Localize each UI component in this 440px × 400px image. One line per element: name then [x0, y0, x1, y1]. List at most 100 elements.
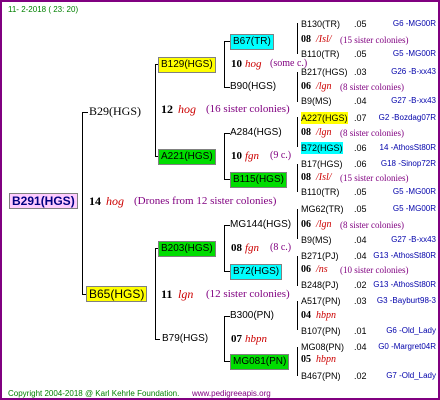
- mate-note: (10 sister colonies): [340, 265, 409, 275]
- b65-note: (12 sister colonies): [206, 288, 290, 300]
- tree-line-gen2a: [155, 64, 156, 157]
- mate-note: (8 sister colonies): [340, 128, 404, 138]
- ref-source[interactable]: G7 -Old_Lady: [372, 370, 436, 382]
- ref-source[interactable]: 14 -AthosSt80R: [372, 142, 436, 154]
- mate-note: (15 sister colonies): [340, 173, 409, 183]
- pedigree-frame: 11- 2-2018 ( 23: 20) B291(HGS) 14 hog (D…: [0, 0, 440, 400]
- ref-queen-id[interactable]: B72(HGS): [301, 142, 343, 154]
- ref-inbreeding: .04: [354, 342, 367, 352]
- tree-line: [82, 112, 88, 113]
- ref-queen-id[interactable]: B9(MS): [301, 234, 332, 246]
- queen-b115[interactable]: B115(HGS): [230, 172, 287, 188]
- queen-b67[interactable]: B67(TR): [230, 34, 274, 50]
- root-mating: hog: [106, 194, 124, 208]
- ref-queen-id[interactable]: B9(MS): [301, 95, 332, 107]
- tree-line: [297, 72, 298, 102]
- footer-site[interactable]: www.pedigreeapis.org: [192, 388, 271, 398]
- tree-line-gen3d: [224, 316, 225, 362]
- queen-a284[interactable]: A284(HGS): [230, 127, 282, 139]
- tree-line-gen2b: [155, 248, 156, 340]
- tree-line: [297, 347, 298, 376]
- queen-b300[interactable]: B300(PN): [230, 310, 274, 322]
- ref-queen-id[interactable]: B248(PJ): [301, 279, 339, 291]
- ref-queen-id[interactable]: B467(PN): [301, 370, 341, 382]
- mate-number: 06: [301, 219, 311, 230]
- ref-queen-id[interactable]: MG62(TR): [301, 203, 344, 215]
- ref-source[interactable]: G13 -AthosSt80R: [372, 279, 436, 291]
- ref-source[interactable]: G5 -MG00R: [372, 48, 436, 60]
- ref-inbreeding: .04: [354, 251, 367, 261]
- ref-source[interactable]: G6 -Old_Lady: [372, 325, 436, 337]
- root-queen[interactable]: B291(HGS): [9, 193, 78, 209]
- ref-source[interactable]: G5 -MG00R: [372, 203, 436, 215]
- ref-queen-id[interactable]: B107(PN): [301, 325, 341, 337]
- ref-source[interactable]: G27 -B-xx43: [372, 234, 436, 246]
- mate-mating: /ns: [316, 264, 328, 275]
- header-date: 11- 2-2018 ( 23: 20): [8, 5, 79, 14]
- queen-mg081[interactable]: MG081(PN): [230, 354, 290, 370]
- queen-b79[interactable]: B79(HGS): [162, 333, 208, 345]
- ref-inbreeding: .06: [354, 159, 367, 169]
- ref-queen-id[interactable]: A517(PN): [301, 295, 341, 307]
- ref-inbreeding: .05: [354, 19, 367, 29]
- a221-mating: fgn: [245, 150, 260, 162]
- ref-queen-id[interactable]: B110(TR): [301, 186, 339, 198]
- mate-number: 08: [301, 127, 311, 138]
- b29-mating: hog: [178, 102, 196, 116]
- b79-number: 07: [231, 333, 242, 345]
- tree-line-gen3b: [224, 133, 225, 180]
- ref-source[interactable]: G6 -MG00R: [372, 18, 436, 30]
- ref-inbreeding: .03: [354, 296, 367, 306]
- b203-number: 08: [231, 242, 242, 254]
- ref-queen-id[interactable]: B271(PJ): [301, 250, 339, 262]
- tree-line-gen3c: [224, 225, 225, 272]
- queen-mg144[interactable]: MG144(HGS): [230, 219, 291, 231]
- queen-b29[interactable]: B29(HGS): [89, 105, 141, 117]
- queen-b72[interactable]: B72(HGS): [230, 264, 283, 280]
- ref-source[interactable]: G0 -Margret04R: [372, 341, 436, 353]
- tree-line: [297, 23, 298, 54]
- a221-number: 10: [231, 150, 242, 162]
- ref-queen-id[interactable]: MG08(PN): [301, 341, 344, 353]
- b203-note: (8 c.): [270, 242, 292, 253]
- queen-b65[interactable]: B65(HGS): [86, 286, 148, 302]
- ref-queen-id[interactable]: B17(HGS): [301, 158, 343, 170]
- tree-line: [297, 301, 298, 330]
- b129-mating: hog: [245, 58, 262, 70]
- footer-copyright: Copyright 2004-2018 @ Karl Kehrle Founda…: [8, 389, 180, 398]
- ref-source[interactable]: G13 -AthosSt80R: [372, 250, 436, 262]
- queen-b129[interactable]: B129(HGS): [158, 57, 216, 73]
- b29-number: 12: [161, 102, 173, 116]
- queen-a221[interactable]: A221(HGS): [158, 149, 216, 165]
- ref-source[interactable]: G27 -B-xx43: [372, 95, 436, 107]
- queen-b203[interactable]: B203(HGS): [158, 241, 216, 257]
- ref-inbreeding: .06: [354, 143, 367, 153]
- ref-queen-id[interactable]: B110(TR): [301, 48, 339, 60]
- mate-mating: /lgn: [316, 127, 332, 138]
- mate-mating: /Isl/: [316, 34, 332, 45]
- ref-source[interactable]: G26 -B-xx43: [372, 66, 436, 78]
- mate-mating: hbpn: [316, 354, 336, 365]
- ref-queen-id[interactable]: B217(HGS): [301, 66, 348, 78]
- ref-queen-id[interactable]: B130(TR): [301, 18, 340, 30]
- ref-source[interactable]: G18 -Sinop72R: [372, 158, 436, 170]
- tree-line: [297, 209, 298, 239]
- b203-mating: fgn: [245, 242, 260, 254]
- mate-number: 05: [301, 354, 311, 365]
- tree-line: [297, 256, 298, 286]
- ref-queen-id[interactable]: A227(HGS): [301, 112, 348, 124]
- ref-source[interactable]: G5 -MG00R: [372, 186, 436, 198]
- ref-inbreeding: .05: [354, 204, 367, 214]
- ref-inbreeding: .05: [354, 49, 367, 59]
- mate-note: (8 sister colonies): [340, 82, 404, 92]
- ref-inbreeding: .07: [354, 113, 367, 123]
- ref-source[interactable]: G2 -Bozdag07R: [372, 112, 436, 124]
- b65-number: 11: [161, 287, 173, 301]
- ref-source[interactable]: G3 -Bayburt98-3: [372, 295, 436, 307]
- mate-number: 04: [301, 310, 311, 321]
- ref-inbreeding: .03: [354, 67, 367, 77]
- tree-line: [297, 164, 298, 192]
- queen-b90[interactable]: B90(HGS): [230, 81, 276, 93]
- ref-inbreeding: .05: [354, 187, 367, 197]
- ref-inbreeding: .04: [354, 235, 367, 245]
